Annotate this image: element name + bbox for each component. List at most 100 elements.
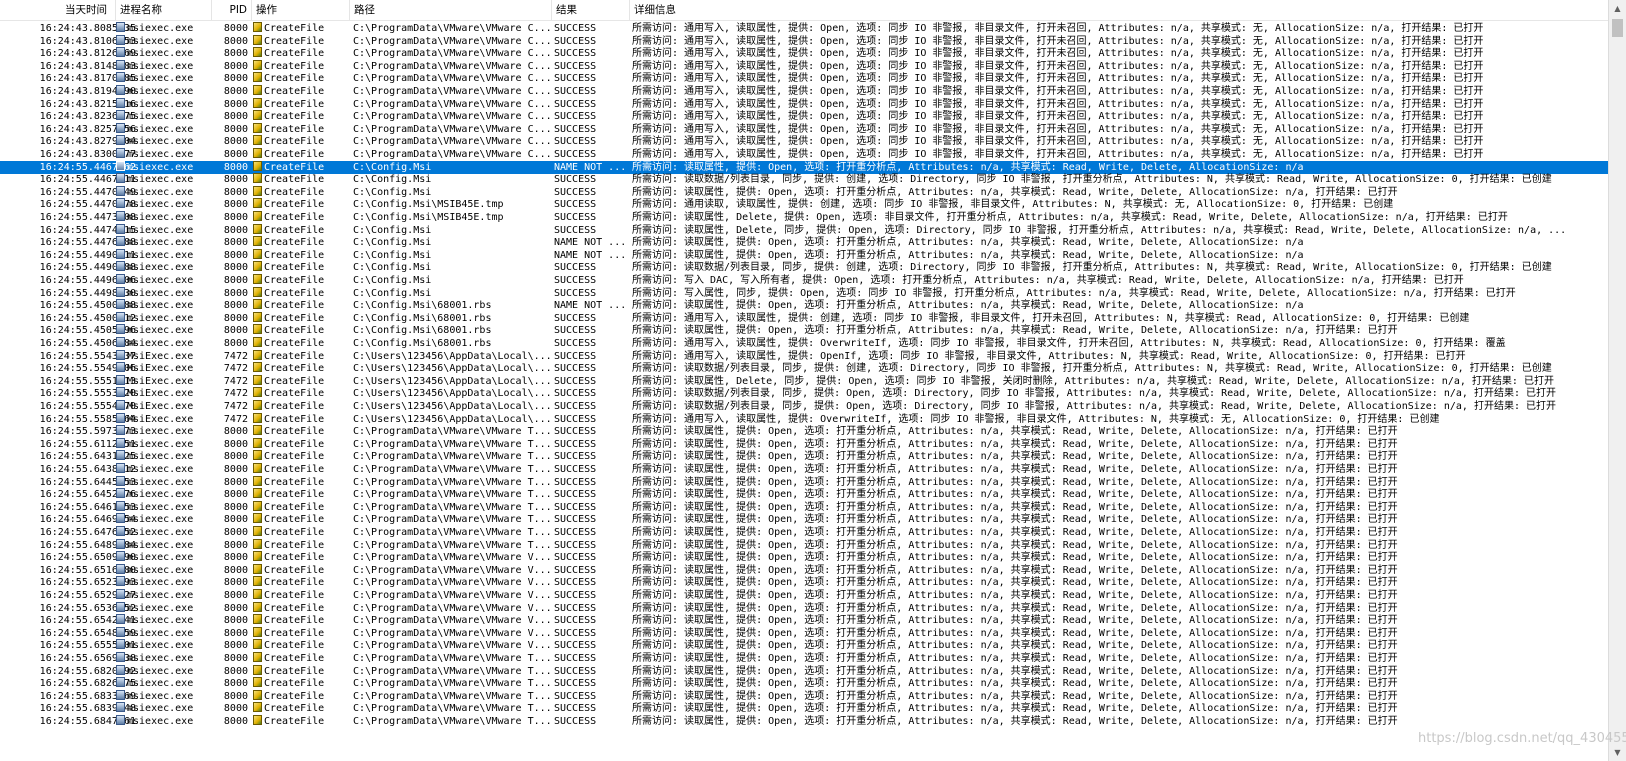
table-row[interactable]: 16:24:55.6461153 msiexec.exe 8000 CreateFil… <box>0 500 1608 514</box>
table-row[interactable]: 16:24:43.8300677 msiexec.exe 8000 CreateFil… <box>0 148 1608 161</box>
cell-operation-text: CreateFile <box>264 577 325 589</box>
table-row[interactable]: 16:24:55.6542441 msiexec.exe 8000 CreateFil… <box>0 614 1608 627</box>
table-row-selected[interactable]: 16:24:55.4467262 msiexec.exe 8000 CreateFil… <box>0 160 1608 174</box>
table-row[interactable]: 16:24:43.8106053 msiexec.exe 8000 CreateFil… <box>0 34 1608 48</box>
table-row[interactable]: 16:24:55.5973873 msiexec.exe 8000 CreateFil… <box>0 425 1608 438</box>
column-header-result[interactable]: 结果 <box>552 0 630 20</box>
table-row[interactable]: 16:24:55.6509990 msiexec.exe 8000 CreateFil… <box>0 551 1608 564</box>
table-row[interactable]: 16:24:55.6112551 msiexec.exe 8000 CreateFil… <box>0 437 1608 451</box>
column-header-detail[interactable]: 详细信息 <box>630 0 1608 20</box>
table-row[interactable]: 16:24:55.5549906 MsiExec.exe 7472 CreateFil… <box>0 362 1608 375</box>
scroll-down-arrow-icon[interactable]: ▼ <box>1609 744 1626 761</box>
table-row[interactable]: 16:24:55.6826975 msiexec.exe 8000 CreateFil… <box>0 677 1608 690</box>
column-header-operation[interactable]: 操作 <box>252 0 350 20</box>
event-list[interactable]: 16:24:43.8085535 msiexec.exe 8000 CreateFil… <box>0 22 1608 757</box>
table-row[interactable]: 16:24:43.8194990 msiexec.exe 8000 CreateFil… <box>0 85 1608 98</box>
column-header-path[interactable]: 路径 <box>350 0 552 20</box>
table-row[interactable]: 16:24:55.6555301 msiexec.exe 8000 CreateFil… <box>0 639 1608 652</box>
table-row[interactable]: 16:24:55.4500288 msiexec.exe 8000 CreateFil… <box>0 299 1608 312</box>
cell-process-name: msiexec.exe <box>116 526 212 539</box>
table-row[interactable]: 16:24:55.6516480 msiexec.exe 8000 CreateFil… <box>0 563 1608 577</box>
table-row[interactable]: 16:24:55.4490588 msiexec.exe 8000 CreateFil… <box>0 261 1608 274</box>
cell-detail-text: 所需访问: 读取属性, 提供: Open, 选项: 打开重分析点, Attrib… <box>632 615 1398 627</box>
cell-operation-text: CreateFile <box>264 350 325 362</box>
table-row[interactable]: 16:24:55.6569538 msiexec.exe 8000 CreateFil… <box>0 652 1608 665</box>
filesystem-operation-icon <box>253 85 262 95</box>
cell-pid-text: 7472 <box>223 350 248 362</box>
cell-pid: 8000 <box>212 425 248 438</box>
table-row[interactable]: 16:24:55.6839948 msiexec.exe 8000 CreateFil… <box>0 702 1608 715</box>
cell-process-name-text: msiexec.exe <box>127 476 194 488</box>
table-row[interactable]: 16:24:55.6431425 msiexec.exe 8000 CreateFil… <box>0 450 1608 463</box>
table-row[interactable]: 16:24:55.4473208 msiexec.exe 8000 CreateFil… <box>0 211 1608 224</box>
cell-operation: CreateFile <box>253 286 345 300</box>
table-row[interactable]: 16:24:55.4490111 msiexec.exe 8000 CreateFil… <box>0 248 1608 262</box>
process-icon <box>116 349 125 360</box>
table-row[interactable]: 16:24:43.8148083 msiexec.exe 8000 CreateFil… <box>0 59 1608 73</box>
cell-path: C:\ProgramData\VMware\VMware T... <box>353 438 551 451</box>
table-row[interactable]: 16:24:55.6445553 msiexec.exe 8000 CreateFil… <box>0 475 1608 489</box>
scroll-up-arrow-icon[interactable]: ▲ <box>1609 0 1626 17</box>
table-row[interactable]: 16:24:55.5551413 MsiExec.exe 7472 CreateFil… <box>0 374 1608 388</box>
table-row[interactable]: 16:24:55.6489284 msiexec.exe 8000 CreateFil… <box>0 538 1608 552</box>
cell-process-name-text: msiexec.exe <box>127 98 194 110</box>
process-icon <box>116 450 125 461</box>
scrollbar-thumb[interactable] <box>1612 19 1623 37</box>
cell-result-text: SUCCESS <box>554 690 597 702</box>
table-row[interactable]: 16:24:43.8085535 msiexec.exe 8000 CreateFil… <box>0 22 1608 35</box>
cell-path-text: C:\ProgramData\VMware\VMware T... <box>353 539 551 551</box>
cell-path: C:\Config.Msi\68001.rbs <box>353 312 551 325</box>
table-row[interactable]: 16:24:55.5543437 MsiExec.exe 7472 CreateFil… <box>0 349 1608 363</box>
table-row[interactable]: 16:24:43.8236575 msiexec.exe 8000 CreateFil… <box>0 110 1608 123</box>
table-row[interactable]: 16:24:55.4476588 msiexec.exe 8000 CreateFil… <box>0 236 1608 249</box>
table-row[interactable]: 16:24:55.6820192 msiexec.exe 8000 CreateFil… <box>0 664 1608 678</box>
vertical-scrollbar[interactable]: ▲ ▼ <box>1608 0 1626 761</box>
table-row[interactable]: 16:24:55.4474815 msiexec.exe 8000 CreateFil… <box>0 223 1608 237</box>
table-row[interactable]: 16:24:55.5554570 MsiExec.exe 7472 CreateFil… <box>0 400 1608 413</box>
table-row[interactable]: 16:24:43.8170385 msiexec.exe 8000 CreateFil… <box>0 72 1608 85</box>
filesystem-operation-icon <box>253 185 262 196</box>
column-header-process-name[interactable]: 进程名称 <box>116 0 212 20</box>
column-header-pid[interactable]: PID <box>212 0 252 20</box>
table-row[interactable]: 16:24:55.4500712 msiexec.exe 8000 CreateFil… <box>0 311 1608 325</box>
table-row[interactable]: 16:24:55.4498130 msiexec.exe 8000 CreateFil… <box>0 286 1608 300</box>
cell-operation-text: CreateFile <box>264 615 325 627</box>
table-row[interactable]: 16:24:55.5585364 MsiExec.exe 7472 CreateFil… <box>0 412 1608 426</box>
cell-operation-text: CreateFile <box>264 703 325 715</box>
cell-process-name: msiexec.exe <box>116 463 212 476</box>
table-row[interactable]: 16:24:55.6548659 msiexec.exe 8000 CreateFil… <box>0 626 1608 640</box>
filesystem-operation-icon <box>253 173 262 184</box>
table-row[interactable]: 16:24:55.6452276 msiexec.exe 8000 CreateFil… <box>0 488 1608 501</box>
cell-operation-text: CreateFile <box>264 514 325 526</box>
process-icon <box>116 601 125 612</box>
table-row[interactable]: 16:24:55.6529927 msiexec.exe 8000 CreateFil… <box>0 589 1608 602</box>
table-row[interactable]: 16:24:55.4506884 msiexec.exe 8000 CreateFil… <box>0 337 1608 350</box>
filesystem-operation-icon <box>253 324 262 335</box>
cell-path-text: C:\Config.Msi <box>353 237 432 249</box>
table-row[interactable]: 16:24:55.6536452 msiexec.exe 8000 CreateFil… <box>0 601 1608 615</box>
table-row[interactable]: 16:24:43.8215516 msiexec.exe 8000 CreateFil… <box>0 97 1608 111</box>
table-row[interactable]: 16:24:55.4470249 msiexec.exe 8000 CreateFil… <box>0 185 1608 199</box>
table-row[interactable]: 16:24:55.4505496 msiexec.exe 8000 CreateFil… <box>0 324 1608 337</box>
table-row[interactable]: 16:24:43.8257856 msiexec.exe 8000 CreateFil… <box>0 122 1608 136</box>
table-row[interactable]: 16:24:55.6847561 msiexec.exe 8000 CreateFil… <box>0 715 1608 728</box>
cell-pid: 7472 <box>212 350 248 363</box>
cell-path: C:\Users\123456\AppData\Local\... <box>353 350 551 363</box>
column-header-time[interactable]: 当天时间 <box>0 0 116 20</box>
table-row[interactable]: 16:24:55.4467711 msiexec.exe 8000 CreateFil… <box>0 173 1608 186</box>
table-row[interactable]: 16:24:43.8126569 msiexec.exe 8000 CreateFil… <box>0 47 1608 60</box>
table-row[interactable]: 16:24:55.4496206 msiexec.exe 8000 CreateFil… <box>0 274 1608 287</box>
table-row[interactable]: 16:24:43.8279004 msiexec.exe 8000 CreateFil… <box>0 135 1608 148</box>
table-row[interactable]: 16:24:55.6469454 msiexec.exe 8000 CreateFil… <box>0 513 1608 526</box>
table-row[interactable]: 16:24:55.6523193 msiexec.exe 8000 CreateFil… <box>0 576 1608 589</box>
table-row[interactable]: 16:24:55.6438512 msiexec.exe 8000 CreateFil… <box>0 463 1608 476</box>
table-row[interactable]: 16:24:55.6833469 msiexec.exe 8000 CreateFil… <box>0 689 1608 703</box>
cell-result: SUCCESS <box>554 60 628 73</box>
table-row[interactable]: 16:24:55.4470878 msiexec.exe 8000 CreateFil… <box>0 198 1608 211</box>
table-row[interactable]: 16:24:55.6476552 msiexec.exe 8000 CreateFil… <box>0 526 1608 539</box>
cell-result: SUCCESS <box>554 375 628 388</box>
cell-pid: 8000 <box>212 274 248 287</box>
table-row[interactable]: 16:24:55.5553620 MsiExec.exe 7472 CreateFil… <box>0 387 1608 400</box>
cell-result-text: SUCCESS <box>554 363 597 375</box>
cell-detail-text: 所需访问: 读取数据/列表目录, 同步, 提供: Open, 选项: Direc… <box>632 388 1556 400</box>
